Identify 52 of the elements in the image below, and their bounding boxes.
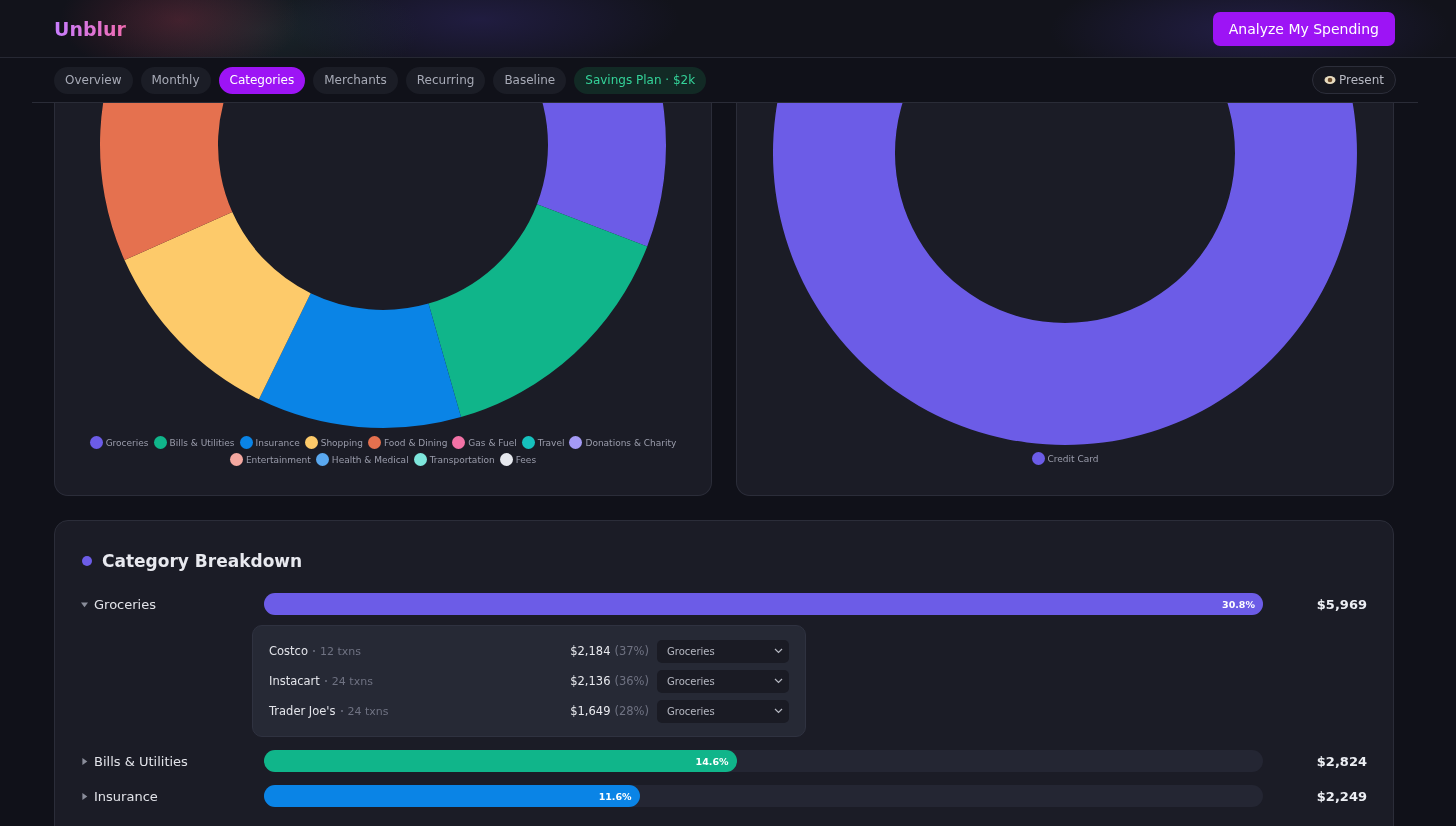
nav-tab[interactable]: Categories	[218, 66, 306, 94]
legend-item: Bills & Utilities	[153, 436, 235, 449]
analyze-button[interactable]: Analyze My Spending	[1212, 11, 1395, 46]
nav-tab[interactable]: Recurring	[405, 66, 486, 94]
legend-item: Donations & Charity	[569, 436, 677, 449]
merchant-name: Costco	[269, 644, 308, 658]
share-text: (37%)	[614, 644, 649, 658]
legend-item: Health & Medical	[315, 453, 409, 466]
chevron-icon	[774, 708, 783, 714]
legend-item: Insurance	[239, 436, 300, 449]
title-dot-icon	[82, 556, 92, 566]
legend-item: Credit Card	[1031, 452, 1099, 465]
merchant-name: Trader Joe's	[269, 704, 336, 718]
nav-tab[interactable]: Baseline	[493, 66, 567, 94]
nav-tab[interactable]: Monthly	[140, 66, 211, 94]
merchant-amount: $1,649	[570, 704, 611, 718]
category-toggle[interactable]: Bills & Utilities	[81, 753, 264, 769]
transaction-count: 24 txns	[347, 704, 389, 718]
category-select[interactable]: Groceries	[657, 699, 789, 723]
share-text: (36%)	[614, 674, 649, 688]
share-text: (28%)	[614, 704, 649, 718]
present-button[interactable]: Present	[1311, 66, 1396, 94]
chevron-icon	[774, 678, 783, 684]
merchant-amount: $2,136	[570, 674, 611, 688]
nav-tab[interactable]: Savings Plan · $2k	[574, 66, 707, 94]
category-select[interactable]: Groceries	[657, 669, 789, 693]
legend-item: Food & Dining	[367, 436, 448, 449]
merchant-name: Instacart	[269, 674, 320, 688]
percent-label: 11.6%	[598, 790, 632, 802]
nav-tab[interactable]: Merchants	[313, 66, 398, 94]
transaction-count: 12 txns	[319, 644, 361, 658]
amount-text: $2,249	[1315, 788, 1367, 804]
legend-item: Fees	[499, 453, 537, 466]
merchant-amount: $2,184	[570, 644, 611, 658]
amount-text: $5,969	[1315, 596, 1367, 612]
amount-text: $2,824	[1315, 753, 1367, 769]
section-title: Category Breakdown	[102, 551, 303, 571]
category-toggle[interactable]: Groceries	[81, 596, 264, 612]
legend-item: Shopping	[304, 436, 363, 449]
legend-item: Travel	[521, 436, 565, 449]
legend-item: Gas & Fuel	[452, 436, 517, 449]
legend-item: Entertainment	[229, 453, 311, 466]
legend-item: Groceries	[89, 436, 149, 449]
percent-label: 14.6%	[695, 755, 729, 767]
legend-item: Transportation	[413, 453, 495, 466]
nav-tab[interactable]: Overview	[54, 66, 133, 94]
percent-label: 30.8%	[1222, 598, 1255, 610]
category-select[interactable]: Groceries	[657, 639, 789, 663]
eye-icon	[1323, 75, 1336, 85]
category-toggle[interactable]: Insurance	[81, 788, 264, 804]
chevron-icon	[774, 648, 783, 654]
transaction-count: 24 txns	[331, 674, 373, 688]
